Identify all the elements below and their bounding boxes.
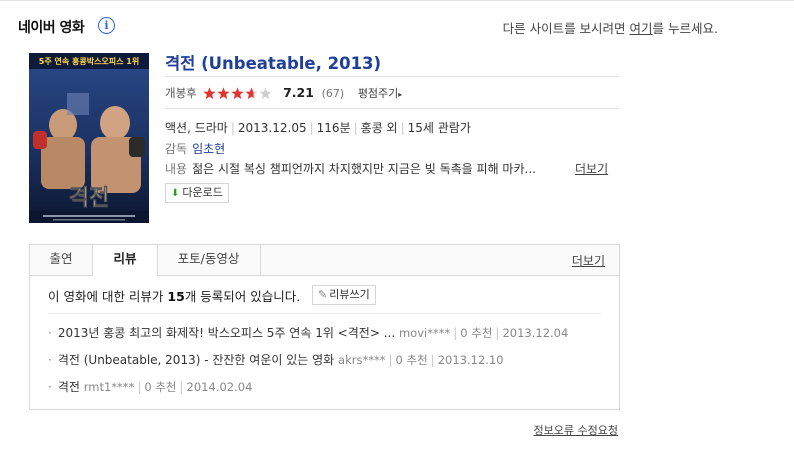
review-date: 2013.12.10 [437,353,504,367]
release-date: 2013.12.05 [237,121,307,135]
divider [165,76,619,77]
review-author: movi**** [398,326,451,340]
review-title-link[interactable]: 격전 [58,380,80,394]
movie-info-row: 액션, 드라마 | 2013.12.05 | 116분 | 홍콩 외 | 15세 관람가 [165,121,471,135]
review-item: · 격전 rmt1**** | 0 추천 | 2014.02.04 [48,380,253,394]
redirect-link[interactable]: 여기 [630,21,653,36]
write-review-label: 리뷰쓰기 [329,288,370,301]
chevron-right-icon: ▸ [398,90,403,99]
redirect-notice: 다른 사이트를 보시려면 여기를 누르세요. [503,18,718,37]
runtime: 116분 [316,121,351,135]
rating-score: 7.21 [283,85,314,100]
info-icon[interactable]: i [98,17,115,34]
review-title-link[interactable]: 격전 (Unbeatable, 2013) - 잔잔한 여운이 있는 영화 [58,353,334,367]
brand-title: 네이버 영화 [18,20,85,36]
synopsis-row: 내용 젊은 시절 복싱 챔피언까지 차지했지만 지금은 빚 독촉을 피해 마카..… [165,160,536,177]
director-row: 감독 임초현 [165,140,225,157]
review-summary: 이 영화에 대한 리뷰가 15개 등록되어 있습니다. [48,286,300,305]
top-divider [0,0,794,1]
review-recommend: 0 추천 [395,353,428,367]
download-icon: ⬇ [171,188,180,199]
write-review-button[interactable]: ✎ 리뷰쓰기 [312,285,376,305]
redirect-prefix: 다른 사이트를 보시려면 [502,21,630,36]
review-summary-prefix: 이 영화에 대한 리뷰가 [48,289,168,304]
redirect-suffix: 를 누르세요. [652,21,718,36]
report-error-link[interactable]: 정보오류 수정요청 [534,422,618,438]
synopsis-text: 젊은 시절 복싱 챔피언까지 차지했지만 지금은 빚 독촉을 피해 마카... [192,162,536,176]
synopsis-more-link[interactable]: 더보기 [575,160,608,177]
divider [165,108,619,109]
review-date: 2013.12.04 [502,326,569,340]
tab-photos-videos[interactable]: 포토/동영상 [157,245,261,275]
poster-banner: 5주 연속 홍콩박스오피스 1위 [39,56,139,66]
tab-cast[interactable]: 출연 [30,245,92,275]
rating-stars [203,87,272,99]
poster-title: 격전 [69,186,109,211]
poster-image: 5주 연속 홍콩박스오피스 1위 격전 [29,53,149,223]
rating-label: 개봉후 [165,86,197,100]
bullet-icon: · [48,353,52,367]
rate-link-label: 평점주기 [357,87,399,100]
movie-poster[interactable]: 5주 연속 홍콩박스오피스 1위 격전 [29,53,149,223]
review-item: · 2013년 홍콩 최고의 화제작! 박스오피스 5주 연속 1위 <격전> .… [48,326,569,340]
genre: 액션, 드라마 [165,121,228,135]
divider [48,313,601,314]
review-item: · 격전 (Unbeatable, 2013) - 잔잔한 여운이 있는 영화 a… [48,353,504,367]
country: 홍콩 외 [360,121,398,135]
tab-panel: 출연 리뷰 포토/동영상 더보기 이 영화에 대한 리뷰가 15개 등록되어 있… [29,244,620,410]
review-recommend: 0 추천 [460,326,493,340]
bullet-icon: · [48,326,52,340]
director-label: 감독 [165,142,188,156]
age-rating: 15세 관람가 [407,121,471,135]
bullet-icon: · [48,380,52,394]
rating-count: (67) [321,87,345,100]
tab-reviews[interactable]: 리뷰 [92,245,158,276]
rate-movie-link[interactable]: 평점주기▸ [358,87,403,100]
review-author: rmt1**** [83,380,135,394]
download-label: 다운로드 [182,186,223,199]
pencil-icon: ✎ [318,288,328,301]
movie-title[interactable]: 격전 (Unbeatable, 2013) [165,50,381,74]
review-author: akrs**** [338,353,386,367]
rating-row: 개봉후 7.21 (67) 평점주기▸ [165,85,402,101]
synopsis-label: 내용 [165,162,188,176]
review-date: 2014.02.04 [186,380,253,394]
review-summary-suffix: 개 등록되어 있습니다. [184,289,301,304]
review-recommend: 0 추천 [144,380,177,394]
tab-more-link[interactable]: 더보기 [572,252,605,269]
download-button[interactable]: ⬇ 다운로드 [165,183,229,203]
tab-bar: 출연 리뷰 포토/동영상 더보기 [30,245,619,276]
review-count: 15 [167,289,185,304]
review-title-link[interactable]: 2013년 홍콩 최고의 화제작! 박스오피스 5주 연속 1위 <격전> ..… [58,326,395,340]
director-link[interactable]: 임초현 [192,142,225,156]
